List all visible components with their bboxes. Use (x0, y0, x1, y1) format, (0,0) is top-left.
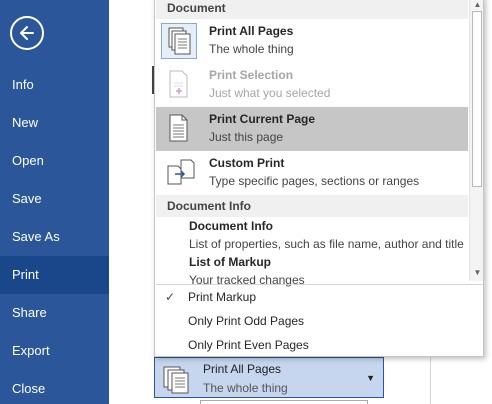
dropdown-arrow-icon: ▼ (366, 373, 375, 383)
option-print-markup[interactable]: ✓ Print Markup (156, 285, 483, 309)
print-range-menu: Document Print All Pages The whole thing… (154, 0, 484, 357)
menu-item-print-all-pages[interactable]: Print All Pages The whole thing (156, 19, 468, 63)
section-header-document-info: Document Info (156, 195, 468, 217)
single-page-icon (161, 111, 197, 147)
menu-item-subtitle: Type specific pages, sections or ranges (209, 174, 420, 188)
backstage-sidebar: Info New Open Save Save As Print Share E… (0, 0, 109, 404)
menu-item-title: Custom Print (209, 156, 285, 170)
menu-item-title: Print Selection (209, 68, 294, 82)
menu-item-title: Document Info (189, 219, 273, 233)
menu-item-print-selection: Print Selection Just what you selected (156, 63, 468, 107)
option-only-print-even-pages[interactable]: Only Print Even Pages (156, 333, 483, 356)
menu-item-subtitle: List of properties, such as file name, a… (189, 237, 464, 251)
nav-export[interactable]: Export (0, 332, 109, 370)
menu-item-title: List of Markup (189, 255, 272, 269)
option-label: Only Print Even Pages (188, 338, 309, 352)
nav-close[interactable]: Close (0, 370, 109, 404)
dropdown-subtitle: The whole thing (203, 381, 288, 395)
option-only-print-odd-pages[interactable]: Only Print Odd Pages (156, 309, 483, 333)
menu-scrollbar[interactable]: ▲ ▼ (469, 0, 483, 281)
nav-save-as[interactable]: Save As (0, 218, 109, 256)
nav-share[interactable]: Share (0, 294, 109, 332)
custom-print-icon (161, 155, 197, 191)
menu-item-subtitle: Just this page (209, 130, 284, 144)
menu-item-print-current-page[interactable]: Print Current Page Just this page (156, 107, 468, 151)
scroll-up-icon[interactable]: ▲ (472, 0, 483, 10)
menu-item-subtitle: The whole thing (209, 42, 294, 56)
selection-page-icon (161, 67, 197, 103)
option-label: Only Print Odd Pages (188, 314, 305, 328)
print-range-dropdown[interactable]: Print All Pages The whole thing ▼ (154, 357, 384, 398)
back-button[interactable] (10, 16, 44, 50)
menu-item-custom-print[interactable]: Custom Print Type specific pages, sectio… (156, 151, 468, 195)
option-label: Print Markup (188, 290, 257, 304)
nav-new[interactable]: New (0, 104, 109, 142)
menu-item-title: Print Current Page (209, 112, 316, 126)
scroll-thumb[interactable] (472, 11, 482, 187)
menu-item-document-info[interactable]: Document Info List of properties, such a… (156, 218, 468, 254)
pages-stack-icon (161, 23, 197, 59)
scroll-down-icon[interactable]: ▼ (472, 267, 483, 278)
pages-input-edge[interactable] (200, 400, 368, 404)
menu-item-title: Print All Pages (209, 24, 294, 38)
nav-info[interactable]: Info (0, 66, 109, 104)
back-arrow-icon (20, 26, 34, 40)
nav-save[interactable]: Save (0, 180, 109, 218)
dropdown-title: Print All Pages (203, 362, 282, 376)
section-header-document: Document (156, 0, 468, 19)
check-icon: ✓ (165, 290, 176, 304)
pages-stack-icon (163, 366, 189, 394)
menu-item-subtitle: Just what you selected (209, 86, 331, 100)
nav-open[interactable]: Open (0, 142, 109, 180)
nav-print[interactable]: Print (0, 256, 109, 294)
